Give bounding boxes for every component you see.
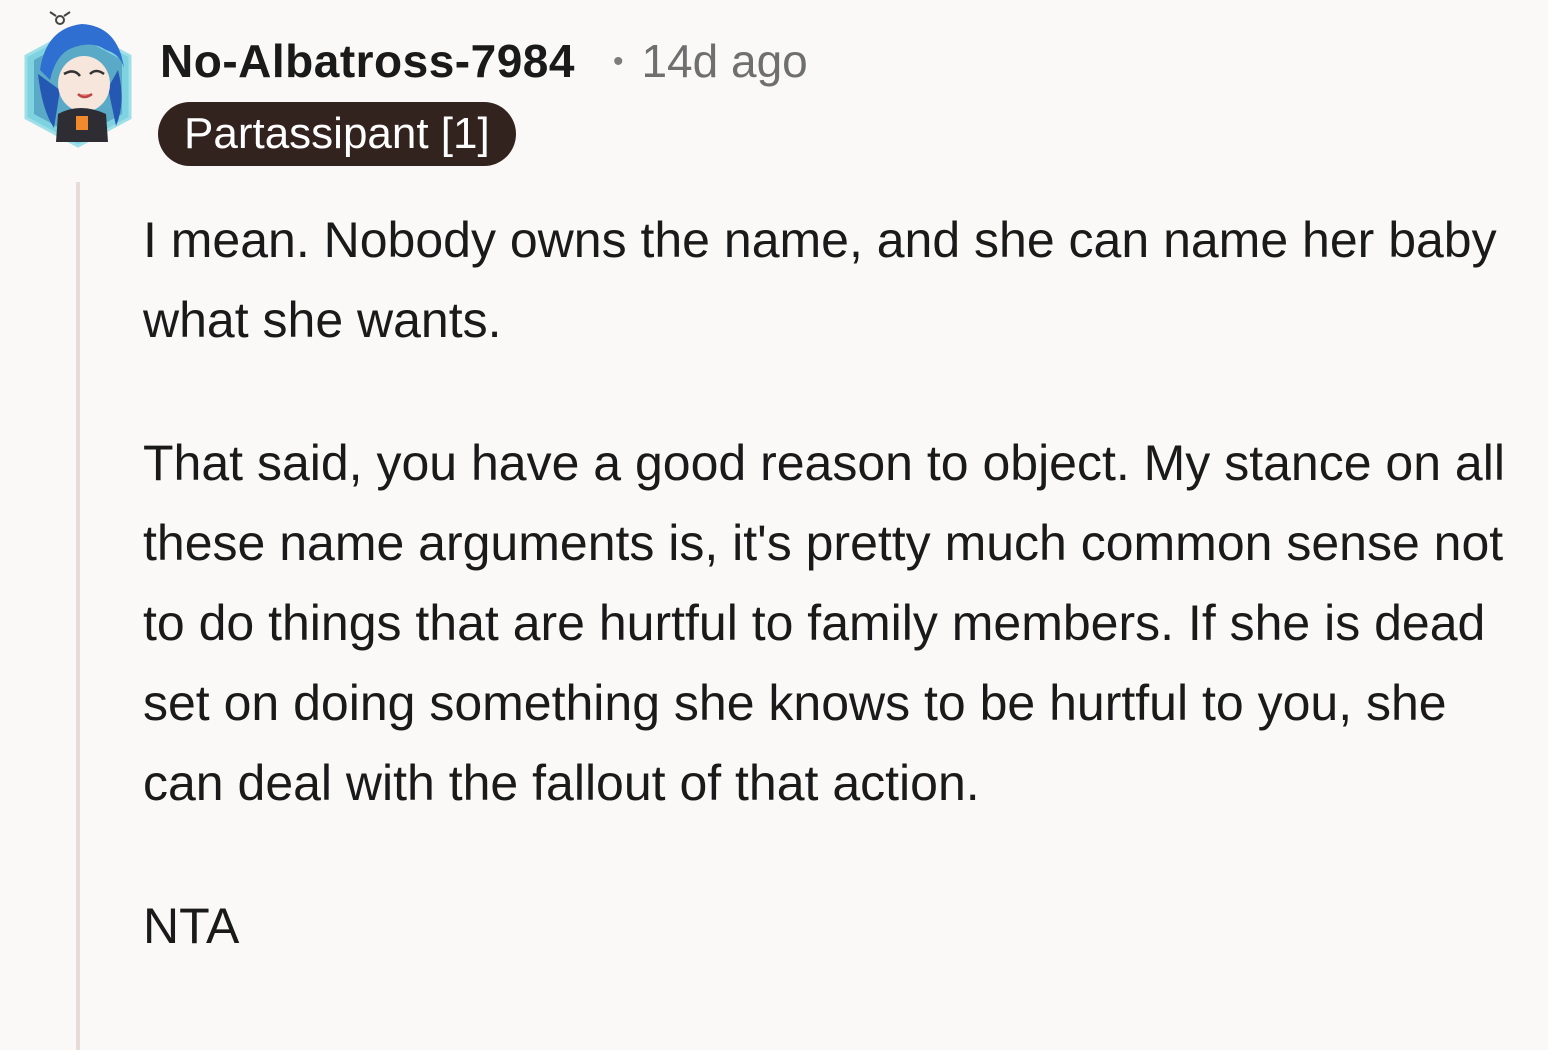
comment-paragraph: I mean. Nobody owns the name, and she ca… bbox=[143, 212, 1497, 348]
comment-header: No-Albatross-7984 • 14d ago bbox=[160, 34, 808, 88]
comment-body: I mean. Nobody owns the name, and she ca… bbox=[143, 200, 1533, 966]
comment-paragraph: That said, you have a good reason to obj… bbox=[143, 435, 1505, 811]
user-avatar-icon[interactable] bbox=[20, 10, 136, 150]
comment-paragraph: NTA bbox=[143, 898, 240, 954]
comment: No-Albatross-7984 • 14d ago Partassipant… bbox=[0, 0, 1548, 1050]
separator-dot: • bbox=[612, 45, 624, 78]
thread-collapse-line[interactable] bbox=[76, 182, 80, 1050]
user-flair-badge: Partassipant [1] bbox=[158, 102, 516, 166]
timestamp[interactable]: 14d ago bbox=[641, 34, 807, 88]
username-link[interactable]: No-Albatross-7984 bbox=[160, 34, 575, 88]
